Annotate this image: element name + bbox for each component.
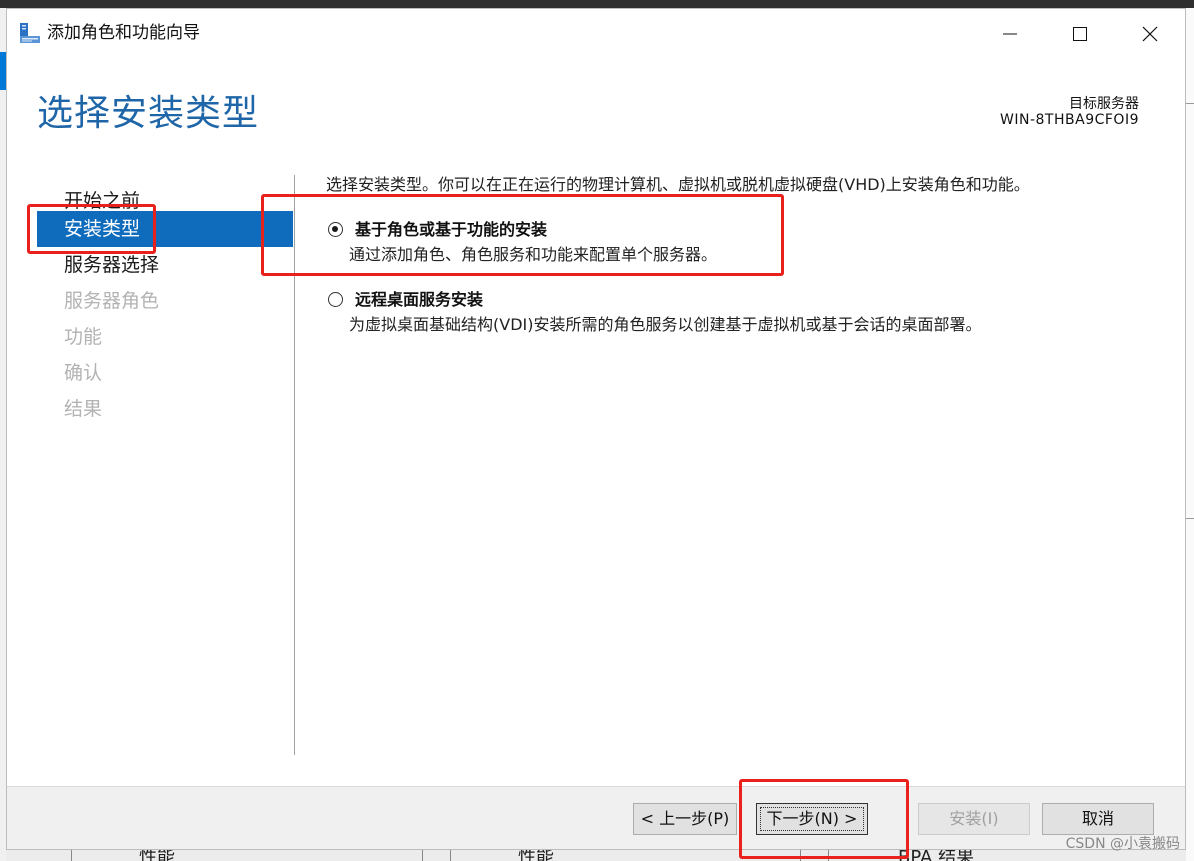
option-description: 通过添加角色、角色服务和功能来配置单个服务器。 [349, 245, 718, 264]
column-separator [450, 850, 451, 861]
window-title: 添加角色和功能向导 [47, 23, 200, 43]
option-title: 基于角色或基于功能的安装 [355, 220, 548, 239]
radio-role-based[interactable] [328, 222, 343, 237]
background-table-header: 性能 性能 BPA 结果 [6, 850, 1186, 861]
background-top-strip [0, 0, 1194, 8]
column-separator [828, 850, 829, 861]
nav-step-results: 结果 [64, 398, 103, 420]
install-button-label: 安装(I) [949, 809, 999, 828]
maximize-icon [1073, 27, 1087, 41]
close-button[interactable] [1115, 9, 1185, 57]
column-separator [800, 850, 801, 861]
back-button[interactable]: < 上一步(P) [633, 803, 737, 835]
nav-step-confirmation: 确认 [64, 362, 103, 384]
target-server-label: 目标服务器 [1069, 96, 1139, 112]
wizard-window: 添加角色和功能向导 选择安装类型 目标服务器 WIN-8THBA9CFOI9 开… [6, 8, 1186, 850]
nav-step-features: 功能 [64, 326, 103, 348]
install-button: 安装(I) [918, 803, 1030, 835]
radio-selected-dot [332, 226, 338, 232]
background-right-edge [1186, 8, 1194, 861]
nav-divider [294, 175, 295, 755]
watermark: CSDN @小袁搬码 [1065, 836, 1180, 852]
background-column-label: BPA 结果 [898, 850, 975, 861]
close-icon [1142, 26, 1158, 42]
column-separator [71, 850, 72, 861]
cancel-button[interactable]: 取消 [1042, 803, 1154, 835]
background-column-label: 性能 [139, 850, 175, 861]
title-bar[interactable]: 添加角色和功能向导 [7, 9, 1185, 57]
option-description: 为虚拟桌面基础结构(VDI)安装所需的角色服务以创建基于虚拟机或基于会话的桌面部… [349, 315, 982, 334]
wizard-footer: < 上一步(P) 下一步(N) > 安装(I) 取消 [7, 786, 1185, 849]
installation-type-description: 选择安装类型。你可以在正在运行的物理计算机、虚拟机或脱机虚拟硬盘(VHD)上安装… [326, 175, 1030, 194]
maximize-button[interactable] [1045, 9, 1115, 57]
target-server-name: WIN-8THBA9CFOI9 [1000, 112, 1139, 128]
cancel-button-label: 取消 [1081, 809, 1114, 828]
page-title: 选择安装类型 [37, 93, 260, 134]
radio-remote-desktop[interactable] [328, 292, 343, 307]
minimize-icon [1003, 33, 1017, 35]
next-button-label: 下一步(N) > [766, 809, 858, 828]
column-separator [422, 850, 423, 861]
minimize-button[interactable] [975, 9, 1045, 57]
nav-step-server-selection[interactable]: 服务器选择 [37, 247, 293, 283]
nav-step-installation-type[interactable]: 安装类型 [37, 211, 293, 247]
back-button-label: < 上一步(P) [640, 809, 730, 828]
background-column-label: 性能 [518, 850, 554, 861]
next-button[interactable]: 下一步(N) > [756, 803, 868, 835]
server-manager-icon [19, 22, 41, 44]
nav-step-server-roles: 服务器角色 [64, 290, 160, 312]
option-title: 远程桌面服务安装 [355, 290, 484, 309]
